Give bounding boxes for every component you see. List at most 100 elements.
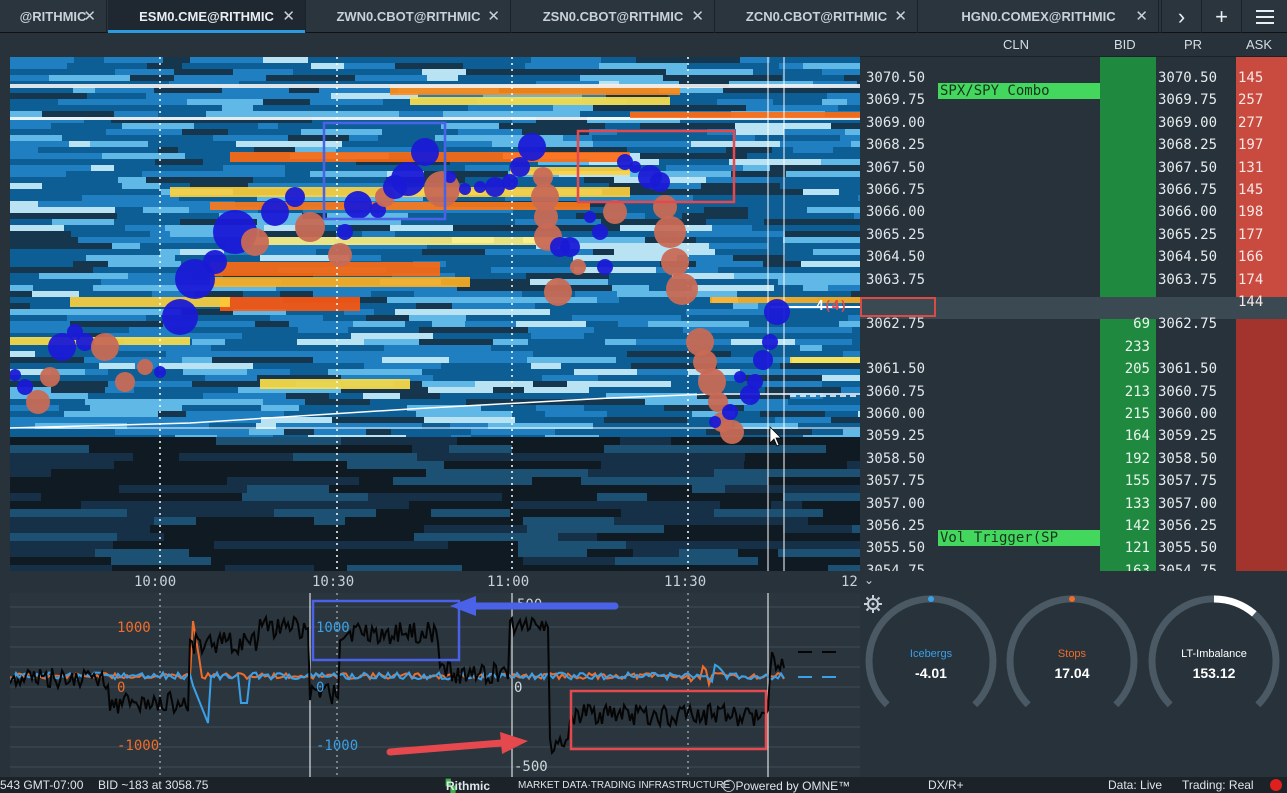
status-time: 543 GMT-07:00 [0,778,84,792]
tab-zwn0[interactable]: ZWN0.CBOT@RITHMIC ✕ [307,0,511,33]
sell-bubble[interactable] [344,191,372,219]
tab-hgn0[interactable]: HGN0.COMEX@RITHMIC ✕ [919,0,1159,33]
ladder-row[interactable]: 233 [860,336,1287,358]
close-icon[interactable]: ✕ [282,7,295,25]
buy-bubble[interactable] [661,248,689,276]
buy-bubble[interactable] [115,372,135,392]
ladder-row[interactable]: 144 [860,291,1287,313]
liquidity-heatmap[interactable] [10,57,860,571]
tab-rithmic[interactable]: @RITHMIC ✕ [0,0,107,33]
black-zero-label: 0 [514,680,522,696]
cell-ask: 131 [1238,159,1264,176]
sell-bubble[interactable] [459,183,471,195]
ladder-row[interactable]: 3064.50 3064.50 166 [860,246,1287,268]
sell-bubble[interactable] [154,366,166,378]
ladder-row[interactable]: 3060.00 215 3060.00 [860,403,1287,425]
heatmap-bands [10,57,860,571]
cell-cln: 3065.25 [866,226,926,243]
sell-bubble[interactable] [709,416,721,428]
status-data: Data: Live [1108,778,1163,792]
black-neg-label: -500 [514,759,548,775]
sell-bubble[interactable] [337,224,353,240]
indicator-chart[interactable]: 1000 0 -1000 1000 0 -1000 500 0 -500 [10,593,860,777]
status-trading: Trading: Real [1182,778,1254,792]
sell-bubble[interactable] [485,177,505,197]
buy-bubble[interactable] [295,212,325,242]
cell-cln: 3058.50 [866,450,926,467]
sell-bubble[interactable] [762,334,778,350]
ladder-row[interactable]: 3066.00 3066.00 198 [860,201,1287,223]
buy-bubble[interactable] [570,259,586,275]
ladder-row[interactable]: 3062.75 69 3062.75 [860,313,1287,335]
header-bid[interactable]: BID [1114,37,1136,52]
sell-bubble[interactable] [391,162,425,196]
sell-bubble[interactable] [650,172,670,192]
buy-bubble[interactable] [653,195,677,219]
ladder-row[interactable]: 3067.50 3067.50 131 [860,157,1287,179]
chevron-right-icon: › [1177,3,1186,29]
buy-bubble[interactable] [544,278,572,306]
sell-bubble[interactable] [560,237,580,257]
buy-bubble[interactable] [91,333,119,361]
buy-bubble[interactable] [40,367,60,387]
tab-menu-button[interactable] [1241,0,1287,33]
buy-bubble[interactable] [654,216,686,248]
sell-bubble[interactable] [747,374,763,390]
sell-bubble[interactable] [285,187,305,207]
buy-bubble[interactable] [720,420,744,444]
close-icon[interactable]: ✕ [691,7,704,25]
ladder-row[interactable]: 3057.00 133 3057.00 [860,493,1287,515]
close-icon[interactable]: ✕ [894,7,907,25]
ladder-row[interactable]: 3059.25 164 3059.25 [860,425,1287,447]
ladder-row[interactable]: 3068.25 3068.25 197 [860,134,1287,156]
buy-bubble[interactable] [241,228,269,256]
sell-bubble[interactable] [764,299,790,325]
buy-bubble[interactable] [666,273,698,305]
header-ask[interactable]: ASK [1246,37,1272,52]
cell-bid: 133 [1124,495,1150,512]
sell-bubble[interactable] [629,161,641,173]
sell-bubble[interactable] [753,350,773,370]
ladder-row[interactable]: 3066.75 3066.75 145 [860,179,1287,201]
sell-bubble[interactable] [722,404,738,420]
add-tab-button[interactable]: + [1201,0,1241,33]
sell-bubble[interactable] [734,371,746,383]
ladder-row[interactable]: 3061.50 205 3061.50 [860,358,1287,380]
header-pr[interactable]: PR [1184,37,1202,52]
close-icon[interactable]: ✕ [1135,7,1148,25]
buy-bubble[interactable] [603,200,627,224]
sell-bubble[interactable] [162,299,198,335]
sell-bubble[interactable] [203,250,227,274]
sell-bubble[interactable] [261,198,289,226]
tab-esm0[interactable]: ESM0.CME@RITHMIC ✕ [108,0,306,33]
buy-bubble[interactable] [137,359,153,375]
sell-bubble[interactable] [584,211,596,223]
sell-bubble[interactable] [502,174,518,190]
cell-pr: 3067.50 [1158,159,1218,176]
sell-bubble[interactable] [518,133,546,161]
ladder-row[interactable]: 3057.75 155 3057.75 [860,470,1287,492]
buy-bubble[interactable] [26,390,50,414]
ladder-row[interactable]: 3063.75 3063.75 174 [860,269,1287,291]
buy-bubble[interactable] [698,368,726,396]
close-icon[interactable]: ✕ [83,7,96,25]
tab-zsn0[interactable]: ZSN0.CBOT@RITHMIC ✕ [512,0,715,33]
sell-bubble[interactable] [597,259,613,275]
sell-bubble[interactable] [474,181,486,193]
sell-bubble[interactable] [592,224,608,240]
status-feed: DX/R+ [928,778,964,792]
close-icon[interactable]: ✕ [487,7,500,25]
ladder-row[interactable]: 3054.75 163 3054.75 [860,560,1287,571]
tab-scroll-right-button[interactable]: › [1161,0,1201,33]
ladder-row[interactable]: 3060.75 213 3060.75 [860,381,1287,403]
tab-zcn0[interactable]: ZCN0.CBOT@RITHMIC ✕ [716,0,918,33]
buy-bubble[interactable] [328,243,352,267]
dom-ladder[interactable]: CLN BID PR ASK 3070.50 3070.50 145 3069.75 3… [860,33,1287,571]
header-cln[interactable]: CLN [1003,37,1029,52]
gauge-label-icebergs: Icebergs [909,648,953,660]
ladder-row[interactable]: 3065.25 3065.25 177 [860,224,1287,246]
sell-bubble[interactable] [411,138,439,166]
ladder-row[interactable]: 3069.00 3069.00 277 [860,112,1287,134]
left-scrollbar[interactable] [0,33,10,777]
ladder-row[interactable]: 3058.50 192 3058.50 [860,448,1287,470]
